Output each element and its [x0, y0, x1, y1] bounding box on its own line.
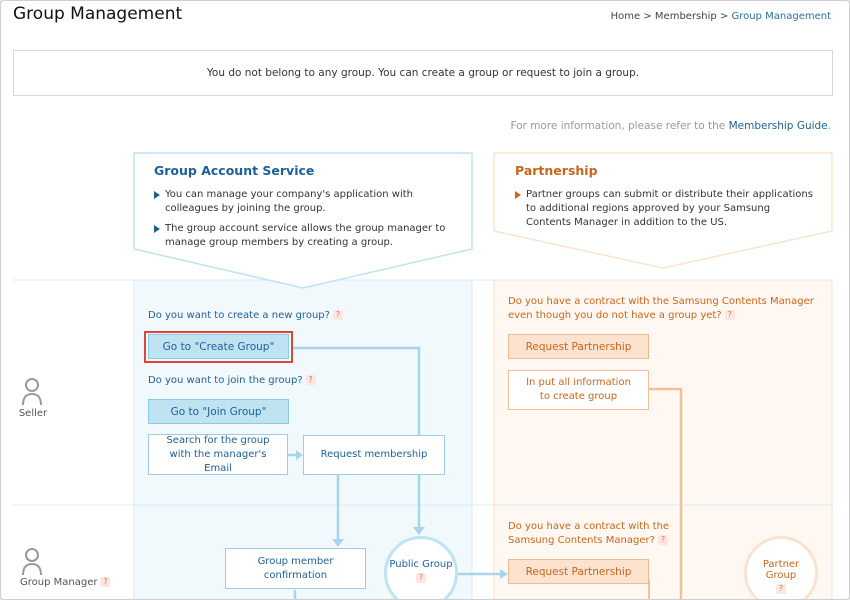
help-icon[interactable]: ?	[724, 310, 735, 320]
group-manager-label: Group Manager	[20, 577, 98, 588]
breadcrumb-separator: >	[643, 11, 652, 22]
person-icon	[22, 548, 42, 576]
gas-bullet-1-text: You can manage your company's applicatio…	[165, 189, 414, 214]
more-info-line: For more information, please refer to th…	[510, 120, 831, 132]
group-member-confirmation-step: Group member confirmation	[225, 548, 366, 589]
partnership-bullet-1: Partner groups can submit or distribute …	[515, 188, 815, 230]
page-title: Group Management	[13, 4, 183, 24]
gas-bullet-2-text: The group account service allows the gro…	[165, 223, 446, 248]
manager-partner-contract-question-text: Do you have a contract with the Samsung …	[508, 521, 670, 546]
breadcrumb-membership[interactable]: Membership	[655, 11, 717, 22]
help-icon[interactable]: ?	[416, 573, 426, 583]
help-icon[interactable]: ?	[305, 375, 316, 385]
go-to-create-group-button[interactable]: Go to "Create Group"	[148, 334, 289, 359]
gas-bullet-1: You can manage your company's applicatio…	[154, 188, 454, 216]
request-partnership-button-seller[interactable]: Request Partnership	[508, 334, 649, 359]
breadcrumb-home[interactable]: Home	[611, 11, 641, 22]
group-management-page: Group Management Home > Membership > Gro…	[0, 0, 850, 600]
more-info-suffix: .	[827, 120, 831, 132]
manager-partner-contract-question: Do you have a contract with the Samsung …	[508, 520, 708, 548]
breadcrumb-current: Group Management	[731, 11, 832, 22]
gas-bullet-2: The group account service allows the gro…	[154, 222, 454, 250]
group-manager-label-wrap: Group Manager?	[7, 577, 117, 588]
more-info-prefix: For more information, please refer to th…	[510, 120, 726, 132]
join-group-question-text: Do you want to join the group?	[148, 375, 303, 386]
help-icon[interactable]: ?	[776, 584, 786, 594]
bullet-triangle-icon	[515, 191, 521, 199]
help-icon[interactable]: ?	[657, 535, 668, 545]
seller-label: Seller	[18, 408, 48, 419]
partner-group-node: Partner Group ?	[744, 536, 818, 599]
membership-guide-link[interactable]: Membership Guide	[729, 120, 828, 132]
help-icon[interactable]: ?	[332, 310, 343, 320]
group-account-service-title: Group Account Service	[154, 163, 315, 178]
help-icon[interactable]: ?	[100, 577, 111, 587]
partner-group-label: Partner Group	[762, 559, 800, 581]
breadcrumb-separator: >	[719, 11, 729, 22]
input-info-step: In put all information to create group	[508, 370, 649, 410]
request-membership-step: Request membership	[303, 435, 445, 475]
partnership-title: Partnership	[515, 163, 598, 178]
public-group-label: Public Group	[389, 559, 453, 570]
create-group-question: Do you want to create a new group??	[148, 310, 343, 321]
seller-role	[21, 377, 45, 411]
partner-contract-question-text: Do you have a contract with the Samsung …	[508, 296, 814, 321]
public-group-node: Public Group ?	[384, 536, 458, 599]
breadcrumb: Home > Membership > Group Management	[611, 11, 831, 22]
group-manager-role	[21, 547, 45, 581]
bullet-triangle-icon	[154, 191, 160, 199]
partnership-bullet-1-text: Partner groups can submit or distribute …	[526, 189, 813, 228]
bullet-triangle-icon	[154, 225, 160, 233]
no-group-notice: You do not belong to any group. You can …	[13, 50, 833, 96]
join-group-question: Do you want to join the group??	[148, 375, 316, 386]
partner-contract-question: Do you have a contract with the Samsung …	[508, 295, 818, 323]
create-group-question-text: Do you want to create a new group?	[148, 310, 330, 321]
request-partnership-button-manager[interactable]: Request Partnership	[508, 559, 649, 584]
go-to-join-group-button[interactable]: Go to "Join Group"	[148, 399, 289, 424]
person-icon	[22, 378, 42, 406]
search-group-by-email-step: Search for the group with the manager's …	[148, 434, 288, 475]
